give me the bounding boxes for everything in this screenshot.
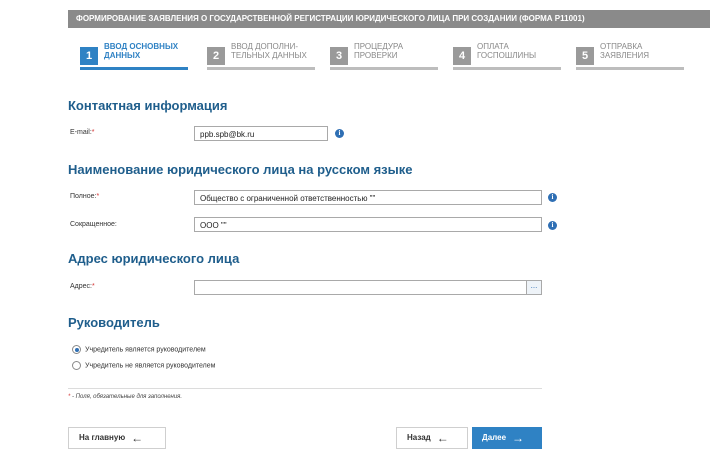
step-progress-bar <box>576 67 684 70</box>
wizard-steps: 1 ВВОД ОСНОВНЫХ ДАННЫХ 2 ВВОД ДОПОЛНИ- ТЕЛ… <box>80 42 692 70</box>
step-progress-bar <box>207 67 315 70</box>
home-button-label: На главную <box>79 433 126 443</box>
address-picker-button[interactable]: ... <box>526 281 541 294</box>
form-header-title: ФОРМИРОВАНИЕ ЗАЯВЛЕНИЯ О ГОСУДАРСТВЕННОЙ… <box>68 10 710 28</box>
full-name-label: Полное:* <box>70 193 100 200</box>
info-icon[interactable]: i <box>548 193 557 202</box>
contact-section-title: Контактная информация <box>68 98 228 113</box>
step-number: 2 <box>207 47 225 65</box>
info-icon[interactable]: i <box>548 221 557 230</box>
step-label: ВВОД ОСНОВНЫХ ДАННЫХ <box>104 42 179 60</box>
radio-button[interactable] <box>72 361 81 370</box>
step-label: ОПЛАТА ГОСПОШЛИНЫ <box>477 42 537 60</box>
step-number: 3 <box>330 47 348 65</box>
short-name-label: Сокращенное: <box>70 221 117 228</box>
full-name-field[interactable]: Общество с ограниченной ответственностью… <box>194 190 542 205</box>
step-progress-bar <box>330 67 438 70</box>
home-button[interactable]: На главную ← <box>68 427 166 449</box>
step-number: 5 <box>576 47 594 65</box>
step-label: ОТПРАВКА ЗАЯВЛЕНИЯ <box>600 42 650 60</box>
next-button-label: Далее <box>482 433 507 443</box>
step-label: ПРОЦЕДУРА ПРОВЕРКИ <box>354 42 404 60</box>
step-number: 1 <box>80 47 98 65</box>
short-name-field[interactable]: ООО "" <box>194 217 542 232</box>
step-progress-bar <box>80 67 188 70</box>
manager-section-title: Руководитель <box>68 315 160 330</box>
step-number: 4 <box>453 47 471 65</box>
next-button[interactable]: Далее → <box>472 427 542 449</box>
step-label: ВВОД ДОПОЛНИ- ТЕЛЬНЫХ ДАННЫХ <box>231 42 307 60</box>
back-button[interactable]: Назад ← <box>396 427 468 449</box>
required-note: * - Поля, обязательные для заполнения. <box>68 394 183 400</box>
email-field[interactable]: ppb.spb@bk.ru <box>194 126 328 141</box>
radio-founder-not-manager[interactable]: Учредитель не является руководителем <box>72 361 215 370</box>
info-icon[interactable]: i <box>335 129 344 138</box>
radio-button[interactable] <box>72 345 81 354</box>
name-section-title: Наименование юридического лица на русско… <box>68 162 413 177</box>
address-label: Адрес:* <box>70 283 95 290</box>
email-label: E-mail:* <box>70 129 95 136</box>
arrow-left-icon: ← <box>436 431 449 445</box>
radio-label: Учредитель не является руководителем <box>85 362 216 370</box>
arrow-left-icon: ← <box>131 431 144 445</box>
arrow-right-icon: → <box>512 431 525 445</box>
address-field[interactable]: ... <box>194 280 542 295</box>
address-section-title: Адрес юридического лица <box>68 251 240 266</box>
step-progress-bar <box>453 67 561 70</box>
back-button-label: Назад <box>407 433 431 443</box>
radio-label: Учредитель является руководителем <box>85 346 206 354</box>
divider <box>68 388 542 389</box>
radio-founder-is-manager[interactable]: Учредитель является руководителем <box>72 345 206 354</box>
